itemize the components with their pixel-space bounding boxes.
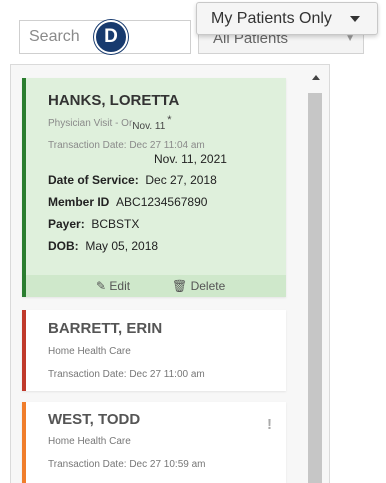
payer-label: Payer:: [48, 217, 85, 231]
visit-type-text: Physician Visit - Or: [48, 118, 133, 129]
payer: Payer: BCBSTX: [48, 217, 139, 231]
scrollbar-track[interactable]: [308, 93, 322, 483]
annotation-marker-d: D: [94, 20, 128, 54]
pencil-icon: ✎: [96, 279, 107, 293]
caret-down-icon: [350, 16, 360, 22]
transaction-date: Transaction Date: Dec 27 11:00 am: [48, 369, 205, 380]
payer-value: BCBSTX: [91, 217, 140, 231]
alert-icon: !: [267, 416, 272, 433]
transaction-date: Transaction Date: Dec 27 10:59 am: [48, 459, 206, 470]
delete-label: Delete: [190, 279, 226, 293]
visit-type: Home Health Care: [48, 436, 131, 447]
visit-type: Home Health Care: [48, 346, 131, 357]
card-toolbar: ✎ Edit 🗑 Delete: [26, 275, 286, 297]
edit-mark: *: [167, 114, 172, 126]
my-patients-label: My Patients Only: [211, 10, 332, 27]
member-value: ABC1234567890: [116, 195, 208, 209]
my-patients-dropdown[interactable]: My Patients Only: [196, 2, 378, 35]
patient-card[interactable]: BARRETT, ERIN Home Health Care Transacti…: [22, 310, 286, 391]
patient-card-selected[interactable]: HANKS, LORETTA Physician Visit - OrNov. …: [22, 78, 286, 297]
member-id: Member ID ABC1234567890: [48, 195, 207, 209]
edit-label: Edit: [109, 279, 131, 293]
transaction-date: Transaction Date: Dec 27 11:04 am: [48, 140, 205, 151]
trash-icon: 🗑: [172, 279, 188, 293]
dob: DOB: May 05, 2018: [48, 239, 158, 253]
date-of-service: Date of Service: Dec 27, 2018: [48, 173, 217, 187]
dob-label: DOB:: [48, 239, 79, 253]
dos-label: Date of Service:: [48, 173, 139, 187]
patient-card[interactable]: WEST, TODD ! Home Health Care Transactio…: [22, 402, 286, 483]
dob-value: May 05, 2018: [85, 239, 159, 253]
edit-button[interactable]: ✎ Edit: [96, 279, 130, 293]
overlap-date: Nov. 11, 2021: [154, 152, 227, 166]
patient-name: WEST, TODD: [48, 411, 141, 428]
delete-button[interactable]: 🗑 Delete: [172, 279, 225, 293]
member-label: Member ID: [48, 195, 110, 209]
overlap-annotation: Nov. 11: [132, 121, 166, 132]
patient-name: HANKS, LORETTA: [48, 92, 180, 109]
dos-value: Dec 27, 2018: [145, 173, 217, 187]
visit-type: Physician Visit - OrNov. 11*: [48, 114, 172, 132]
patient-name: BARRETT, ERIN: [48, 320, 163, 337]
scroll-up-arrow-icon[interactable]: [312, 75, 320, 80]
